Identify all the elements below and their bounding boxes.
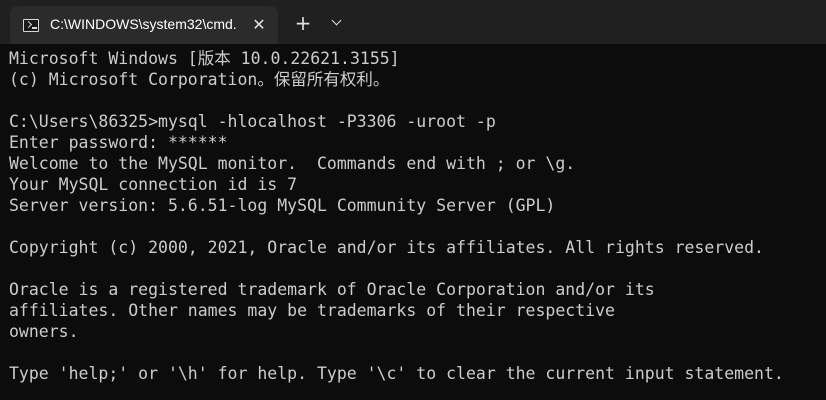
terminal-line: C:\Users\86325>mysql -hlocalhost -P3306 … xyxy=(9,112,496,131)
terminal-line: Server version: 5.6.51-log MySQL Communi… xyxy=(9,196,556,215)
terminal-output[interactable]: Microsoft Windows [版本 10.0.22621.3155] (… xyxy=(0,44,826,400)
terminal-line: Copyright (c) 2000, 2021, Oracle and/or … xyxy=(9,238,764,257)
terminal-line: Your MySQL connection id is 7 xyxy=(9,175,298,194)
new-tab-button[interactable]: + xyxy=(290,10,316,36)
terminal-icon xyxy=(23,19,39,32)
chevron-down-icon[interactable] xyxy=(324,10,350,36)
terminal-line: Microsoft Windows [版本 10.0.22621.3155] xyxy=(9,49,400,68)
tab-title: C:\WINDOWS\system32\cmd. xyxy=(50,16,237,32)
close-icon[interactable]: ✕ xyxy=(248,14,270,36)
terminal-window: C:\WINDOWS\system32\cmd. ✕ + Microsoft W… xyxy=(0,0,826,400)
terminal-line: Type 'help;' or '\h' for help. Type '\c'… xyxy=(9,364,784,383)
terminal-line: Welcome to the MySQL monitor. Commands e… xyxy=(9,154,576,173)
tab-cmd[interactable]: C:\WINDOWS\system32\cmd. ✕ xyxy=(10,6,278,44)
terminal-line: Oracle is a registered trademark of Orac… xyxy=(9,280,655,299)
terminal-line: Enter password: ****** xyxy=(9,133,228,152)
terminal-line: affiliates. Other names may be trademark… xyxy=(9,301,615,320)
terminal-line: owners. xyxy=(9,322,79,341)
title-bar: C:\WINDOWS\system32\cmd. ✕ + xyxy=(0,0,826,44)
terminal-line: (c) Microsoft Corporation。保留所有权利。 xyxy=(9,70,390,89)
